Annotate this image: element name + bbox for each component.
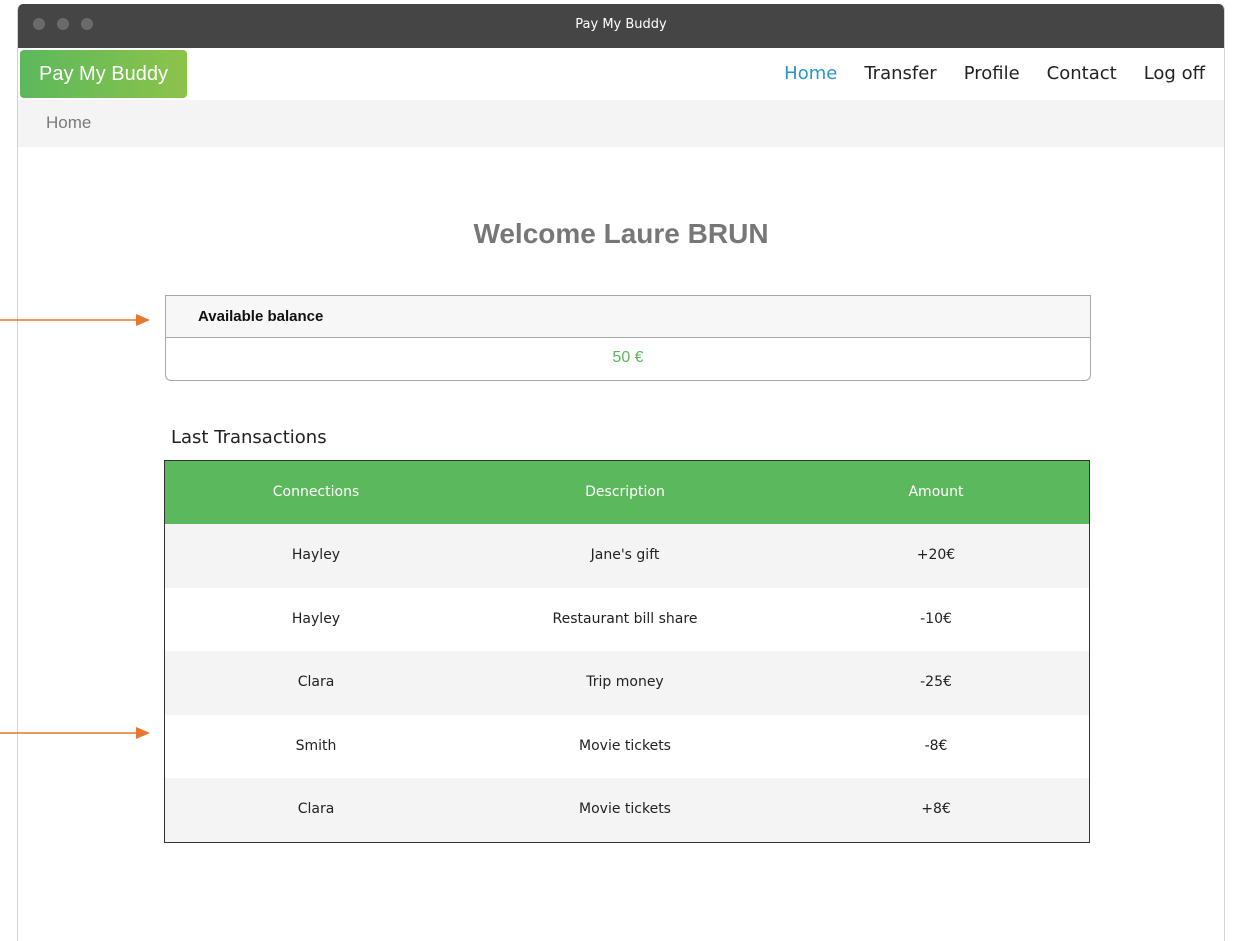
cell-description: Trip money (586, 674, 664, 690)
cell-connection: Clara (297, 801, 335, 817)
cell-description: Restaurant bill share (552, 610, 698, 627)
nav-profile[interactable]: Profile (964, 63, 1020, 84)
cell-connection: Hayley (291, 547, 341, 563)
table-header-row: Connections Description Amount (165, 461, 1089, 524)
window-title: Pay My Buddy (575, 17, 667, 32)
annotation-arrow-transactions (0, 727, 150, 739)
balance-card: Available balance 50 € (165, 295, 1091, 381)
page-title: Welcome Laure BRUN (473, 218, 769, 249)
cell-amount: +20€ (916, 547, 956, 563)
table-row: Clara Trip money -25€ (165, 651, 1089, 715)
table-row: Hayley Restaurant bill share -10€ (165, 587, 1089, 651)
brand-logo[interactable]: Pay My Buddy (20, 50, 187, 98)
nav-contact[interactable]: Contact (1047, 63, 1117, 84)
window-titlebar: Pay My Buddy (18, 4, 1224, 48)
cell-connection: Smith (295, 737, 337, 754)
cell-description: Movie tickets (579, 737, 671, 754)
balance-label: Available balance (166, 296, 1090, 338)
nav-links: Home Transfer Profile Contact Log off (784, 63, 1224, 84)
cell-amount: +8€ (921, 801, 951, 817)
app-window: Pay My Buddy Pay My Buddy Home Transfer … (17, 4, 1225, 941)
cell-amount: -8€ (924, 737, 948, 754)
breadcrumb: Home (18, 100, 1224, 147)
breadcrumb-item-home[interactable]: Home (46, 113, 91, 133)
cell-description: Movie tickets (579, 801, 671, 817)
navbar: Pay My Buddy Home Transfer Profile Conta… (18, 48, 1224, 100)
cell-amount: -10€ (920, 610, 952, 627)
nav-transfer[interactable]: Transfer (864, 63, 936, 84)
transactions-title: Last Transactions (171, 427, 327, 448)
header-connections: Connections (272, 484, 360, 500)
nav-home[interactable]: Home (784, 63, 837, 84)
cell-connection: Hayley (291, 610, 341, 627)
cell-description: Jane's gift (590, 547, 660, 563)
nav-logoff[interactable]: Log off (1144, 63, 1205, 84)
header-description: Description (585, 484, 665, 500)
table-row: Smith Movie tickets -8€ (165, 714, 1089, 778)
header-amount: Amount (908, 484, 964, 500)
transactions-table: Connections Description Amount Hayley Ja… (164, 460, 1090, 843)
balance-value: 50 € (612, 349, 644, 366)
annotation-arrow-balance (0, 314, 150, 326)
table-row: Clara Movie tickets +8€ (165, 778, 1089, 842)
cell-amount: -25€ (920, 674, 952, 690)
table-row: Hayley Jane's gift +20€ (165, 524, 1089, 588)
cell-connection: Clara (297, 674, 335, 690)
